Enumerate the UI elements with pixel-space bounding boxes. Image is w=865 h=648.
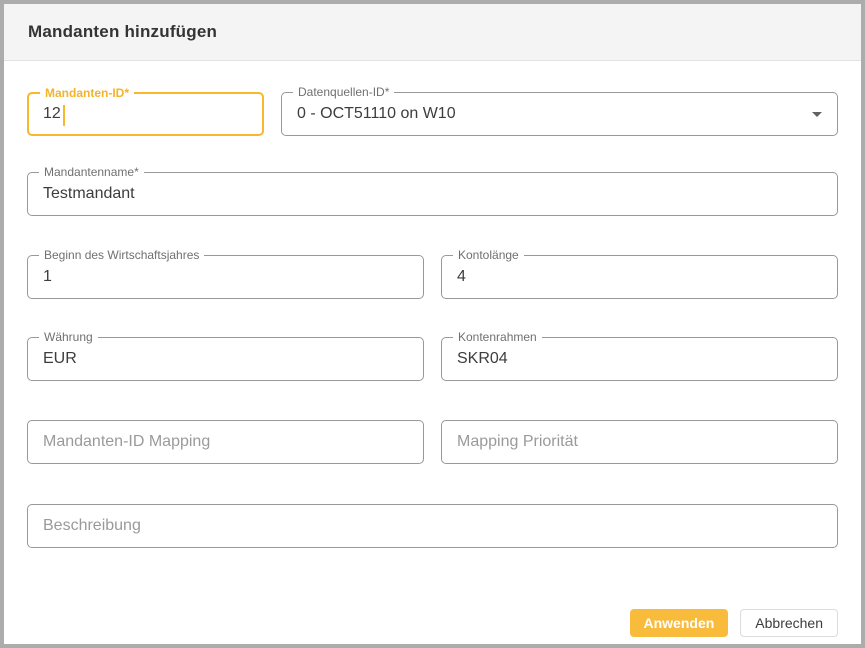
form-row-5 <box>27 420 838 464</box>
mandanten-id-field: Mandanten-ID* <box>27 92 264 136</box>
mandanten-id-label: Mandanten-ID* <box>40 86 134 101</box>
dialog-header: Mandanten hinzufügen <box>4 4 861 61</box>
form-row-1: Mandanten-ID* Datenquellen-ID* 0 - OCT51… <box>27 92 838 136</box>
kontolaenge-label: Kontolänge <box>453 248 524 263</box>
form-row-4: Währung Kontenrahmen <box>27 337 838 381</box>
datenquellen-id-label: Datenquellen-ID* <box>293 85 394 100</box>
beginn-wirtschaftsjahres-label: Beginn des Wirtschaftsjahres <box>39 248 204 263</box>
mandantenname-field: Mandantenname* <box>27 172 838 216</box>
kontenrahmen-field: Kontenrahmen <box>441 337 838 381</box>
apply-button[interactable]: Anwenden <box>630 609 729 637</box>
add-mandant-dialog: Mandanten hinzufügen Mandanten-ID* Daten… <box>0 0 865 648</box>
text-cursor <box>63 105 65 126</box>
dialog-content: Mandanten-ID* Datenquellen-ID* 0 - OCT51… <box>4 61 861 644</box>
mandanten-id-mapping-input[interactable] <box>28 421 423 463</box>
form-row-3: Beginn des Wirtschaftsjahres Kontolänge <box>27 255 838 299</box>
waehrung-field: Währung <box>27 337 424 381</box>
dialog-title: Mandanten hinzufügen <box>28 22 217 42</box>
beschreibung-field <box>27 504 838 548</box>
mapping-prioritaet-input[interactable] <box>442 421 837 463</box>
form-row-6 <box>27 504 838 548</box>
mandanten-id-mapping-field <box>27 420 424 464</box>
chevron-down-icon <box>812 112 822 117</box>
kontenrahmen-label: Kontenrahmen <box>453 330 542 345</box>
dialog-actions: Anwenden Abbrechen <box>27 609 838 637</box>
datenquellen-id-select[interactable]: Datenquellen-ID* 0 - OCT51110 on W10 <box>281 92 838 136</box>
form-row-2: Mandantenname* <box>27 172 838 216</box>
mandantenname-input[interactable] <box>28 173 837 215</box>
kontolaenge-field: Kontolänge <box>441 255 838 299</box>
waehrung-label: Währung <box>39 330 98 345</box>
cancel-button[interactable]: Abbrechen <box>740 609 838 637</box>
mandantenname-label: Mandantenname* <box>39 165 144 180</box>
beschreibung-input[interactable] <box>28 505 837 547</box>
mapping-prioritaet-field <box>441 420 838 464</box>
beginn-wirtschaftsjahres-field: Beginn des Wirtschaftsjahres <box>27 255 424 299</box>
